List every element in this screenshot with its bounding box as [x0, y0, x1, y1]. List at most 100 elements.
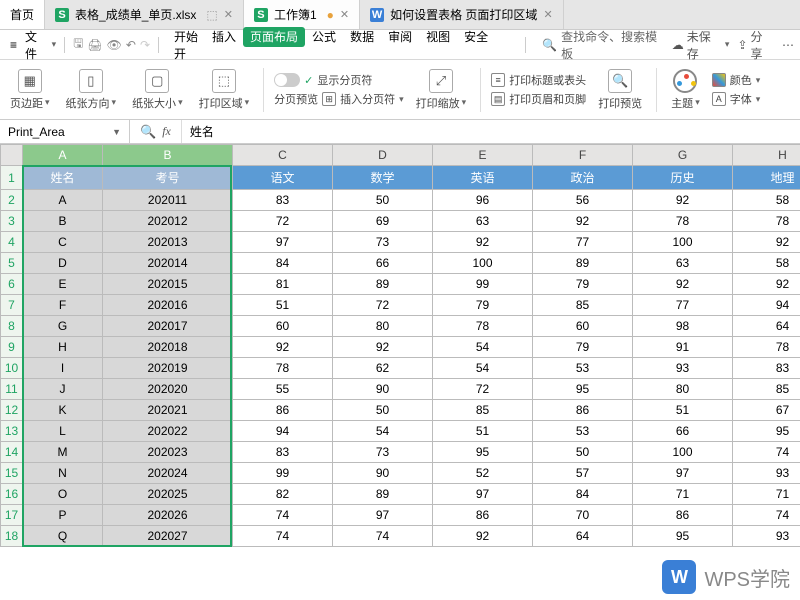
cell[interactable]: 80: [333, 316, 433, 337]
cell[interactable]: 71: [633, 484, 733, 505]
row-header[interactable]: 14: [1, 442, 23, 463]
menu-插入[interactable]: 插入: [205, 27, 243, 47]
cell[interactable]: 74: [233, 526, 333, 547]
cell[interactable]: 202025: [103, 484, 233, 505]
cell[interactable]: A: [23, 190, 103, 211]
cell[interactable]: 202020: [103, 379, 233, 400]
close-icon[interactable]: ✕: [543, 8, 552, 21]
col-header-E[interactable]: E: [433, 145, 533, 166]
cell[interactable]: 100: [633, 442, 733, 463]
row-header[interactable]: 7: [1, 295, 23, 316]
tab-file2[interactable]: S 工作簿1 ● ✕: [244, 0, 360, 29]
cell[interactable]: 84: [533, 484, 633, 505]
header-cell[interactable]: 政治: [533, 166, 633, 190]
undo-icon[interactable]: ↶: [126, 38, 136, 52]
row-header[interactable]: 15: [1, 463, 23, 484]
fx-icon[interactable]: fx: [162, 124, 171, 139]
cell[interactable]: 72: [233, 211, 333, 232]
col-header-A[interactable]: A: [23, 145, 103, 166]
row-header[interactable]: 16: [1, 484, 23, 505]
cell[interactable]: 56: [533, 190, 633, 211]
cell[interactable]: 89: [333, 274, 433, 295]
theme-button[interactable]: 主题▾: [667, 69, 704, 111]
cell[interactable]: C: [23, 232, 103, 253]
cell[interactable]: 51: [233, 295, 333, 316]
cell[interactable]: 85: [533, 295, 633, 316]
cell[interactable]: 92: [333, 337, 433, 358]
cell[interactable]: 96: [433, 190, 533, 211]
print-area-button[interactable]: ⬚打印区域▾: [195, 69, 254, 111]
cell[interactable]: 79: [433, 295, 533, 316]
cell[interactable]: 202022: [103, 421, 233, 442]
cell[interactable]: 92: [733, 274, 800, 295]
cell[interactable]: 92: [433, 232, 533, 253]
search-box[interactable]: 🔍 查找命令、搜索模板: [542, 28, 668, 62]
cell[interactable]: 74: [733, 505, 800, 526]
margins-button[interactable]: ▦页边距▾: [6, 69, 54, 111]
col-header-G[interactable]: G: [633, 145, 733, 166]
cell[interactable]: 62: [333, 358, 433, 379]
cell[interactable]: 95: [633, 526, 733, 547]
cell[interactable]: 92: [533, 211, 633, 232]
cell[interactable]: 69: [333, 211, 433, 232]
cell[interactable]: K: [23, 400, 103, 421]
name-box[interactable]: Print_Area ▼: [0, 120, 130, 143]
col-header-F[interactable]: F: [533, 145, 633, 166]
cell[interactable]: 78: [733, 337, 800, 358]
cell[interactable]: 78: [633, 211, 733, 232]
cell[interactable]: 93: [733, 463, 800, 484]
font-button[interactable]: A字体▾: [712, 91, 761, 107]
cell[interactable]: 63: [633, 253, 733, 274]
cell[interactable]: 79: [533, 337, 633, 358]
row-header[interactable]: 5: [1, 253, 23, 274]
tab-file3[interactable]: W 如何设置表格 页面打印区域 ✕: [360, 0, 564, 29]
cell[interactable]: 64: [733, 316, 800, 337]
row-header[interactable]: 12: [1, 400, 23, 421]
cell[interactable]: D: [23, 253, 103, 274]
cell[interactable]: 71: [733, 484, 800, 505]
cell[interactable]: G: [23, 316, 103, 337]
cell[interactable]: Q: [23, 526, 103, 547]
unsaved-status[interactable]: ☁未保存▾: [672, 28, 730, 62]
more-icon[interactable]: ⋯: [782, 38, 794, 52]
header-cell[interactable]: 英语: [433, 166, 533, 190]
cell[interactable]: 78: [733, 211, 800, 232]
cell[interactable]: 58: [733, 190, 800, 211]
page-break-preview-button[interactable]: 分页预览: [274, 91, 318, 107]
size-button[interactable]: ▢纸张大小▾: [128, 69, 187, 111]
menu-审阅[interactable]: 审阅: [381, 27, 419, 47]
cell[interactable]: 52: [433, 463, 533, 484]
cell[interactable]: 95: [533, 379, 633, 400]
cell[interactable]: 74: [333, 526, 433, 547]
menu-公式[interactable]: 公式: [305, 27, 343, 47]
cell[interactable]: 84: [233, 253, 333, 274]
cell[interactable]: 54: [433, 337, 533, 358]
menu-安全[interactable]: 安全: [457, 27, 495, 47]
cell[interactable]: 74: [233, 505, 333, 526]
row-header[interactable]: 9: [1, 337, 23, 358]
cell[interactable]: 100: [433, 253, 533, 274]
print-scaling-button[interactable]: ⤢打印缩放▾: [412, 69, 471, 111]
cell[interactable]: M: [23, 442, 103, 463]
print-header-footer-button[interactable]: ▤打印页眉和页脚: [491, 91, 586, 107]
header-cell[interactable]: 考号: [103, 166, 233, 190]
cell[interactable]: 202018: [103, 337, 233, 358]
cell[interactable]: 89: [533, 253, 633, 274]
cell[interactable]: 90: [333, 463, 433, 484]
cell[interactable]: 85: [733, 379, 800, 400]
cell[interactable]: 99: [433, 274, 533, 295]
cell[interactable]: 93: [733, 526, 800, 547]
close-icon[interactable]: ✕: [224, 8, 233, 21]
header-cell[interactable]: 姓名: [23, 166, 103, 190]
cell[interactable]: 51: [633, 400, 733, 421]
cell[interactable]: 100: [633, 232, 733, 253]
row-header[interactable]: 2: [1, 190, 23, 211]
row-header[interactable]: 17: [1, 505, 23, 526]
cell[interactable]: 50: [333, 400, 433, 421]
cell[interactable]: 72: [433, 379, 533, 400]
preview-icon[interactable]: 👁: [107, 38, 122, 52]
cell[interactable]: 86: [433, 505, 533, 526]
tab-file1[interactable]: S 表格_成绩单_单页.xlsx ⬚ ✕: [45, 0, 244, 29]
cell[interactable]: 70: [533, 505, 633, 526]
cell[interactable]: L: [23, 421, 103, 442]
